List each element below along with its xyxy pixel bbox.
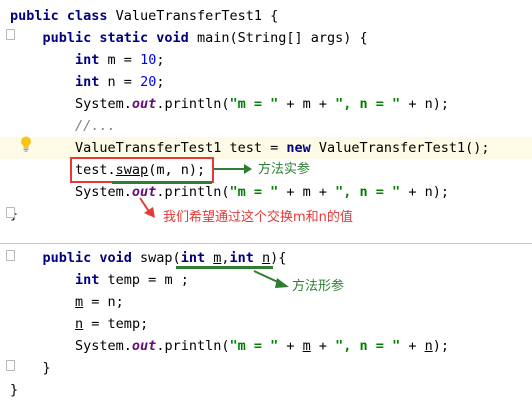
code-token: System. bbox=[10, 184, 132, 200]
code-token: out bbox=[131, 96, 157, 112]
code-token: System. bbox=[10, 96, 132, 112]
code-token: m = bbox=[107, 52, 141, 68]
fold-marker[interactable] bbox=[6, 29, 15, 40]
fold-marker[interactable] bbox=[6, 207, 15, 218]
code-token: + bbox=[400, 338, 425, 354]
formal-params-label: 方法形参 bbox=[292, 279, 345, 294]
code-token: main(String[] args) { bbox=[196, 30, 368, 46]
code-token: + n); bbox=[400, 184, 449, 200]
code-token: ValueTransferTest1 { bbox=[115, 8, 279, 24]
code-token: "m = " bbox=[229, 96, 279, 112]
code-token: 20 bbox=[140, 74, 157, 90]
code-line[interactable]: m = n; bbox=[0, 291, 532, 313]
code-token: out bbox=[131, 338, 157, 354]
code-token: = temp; bbox=[83, 316, 149, 332]
code-token: + m + bbox=[278, 96, 336, 112]
code-line[interactable]: } bbox=[0, 357, 532, 379]
code-token: } bbox=[10, 382, 19, 398]
fold-marker[interactable] bbox=[6, 360, 15, 371]
actual-params-arrow bbox=[214, 164, 252, 174]
code-token: ", n = " bbox=[335, 96, 401, 112]
code-token: ){ bbox=[270, 250, 287, 266]
code-line[interactable]: public class ValueTransferTest1 { bbox=[0, 5, 532, 27]
code-token: swap( bbox=[140, 250, 181, 266]
code-token: ValueTransferTest1(); bbox=[318, 140, 490, 156]
code-token: int bbox=[10, 272, 108, 288]
code-line[interactable]: ValueTransferTest1 test = new ValueTrans… bbox=[0, 137, 532, 159]
actual-params-underline bbox=[112, 181, 212, 184]
code-token: n = bbox=[107, 74, 141, 90]
code-token: public static void bbox=[10, 30, 197, 46]
code-token: public void bbox=[10, 250, 141, 266]
code-token: n bbox=[262, 250, 271, 266]
code-line[interactable]: n = temp; bbox=[0, 313, 532, 335]
code-token: + bbox=[310, 338, 336, 354]
code-token: //... bbox=[10, 118, 116, 134]
code-line[interactable]: int n = 20; bbox=[0, 71, 532, 93]
code-token: m bbox=[75, 294, 84, 310]
code-line[interactable]: System.out.println("m = " + m + ", n = "… bbox=[0, 181, 532, 203]
code-token: ; bbox=[156, 52, 165, 68]
code-token: "m = " bbox=[229, 338, 279, 354]
code-token: .println( bbox=[156, 184, 230, 200]
code-token: int bbox=[180, 250, 214, 266]
code-token: int bbox=[229, 250, 262, 266]
code-token: "m = " bbox=[229, 184, 279, 200]
code-token: new bbox=[286, 140, 319, 156]
code-token: + m + bbox=[278, 184, 336, 200]
code-token: int bbox=[10, 52, 108, 68]
code-line[interactable]: //... bbox=[0, 115, 532, 137]
code-token: ValueTransferTest1 test = bbox=[10, 140, 287, 156]
code-token: temp = m ; bbox=[107, 272, 189, 288]
goal-arrow bbox=[139, 197, 155, 218]
code-token: + bbox=[278, 338, 303, 354]
code-token: + n); bbox=[400, 96, 449, 112]
code-line[interactable]: } bbox=[0, 379, 532, 401]
code-token: n bbox=[75, 316, 84, 332]
code-token: public class bbox=[10, 8, 116, 24]
code-token: ", n = " bbox=[335, 338, 401, 354]
code-token: .println( bbox=[156, 338, 230, 354]
formal-params-arrow bbox=[253, 270, 289, 288]
fold-marker[interactable] bbox=[6, 250, 15, 261]
code-token: m bbox=[302, 338, 311, 354]
swap-call-highlight-box bbox=[70, 157, 214, 183]
code-token: n bbox=[424, 338, 433, 354]
code-token: = n; bbox=[83, 294, 124, 310]
code-line[interactable]: System.out.println("m = " + m + ", n = "… bbox=[0, 93, 532, 115]
code-token: ", n = " bbox=[335, 184, 401, 200]
code-token: ; bbox=[156, 74, 165, 90]
code-token: 10 bbox=[140, 52, 157, 68]
actual-params-label: 方法实参 bbox=[258, 162, 311, 177]
code-line[interactable]: System.out.println("m = " + m + ", n = "… bbox=[0, 335, 532, 357]
method-separator bbox=[0, 243, 532, 244]
lightbulb-icon[interactable] bbox=[20, 136, 32, 152]
code-token: } bbox=[10, 360, 51, 376]
code-line[interactable]: int m = 10; bbox=[0, 49, 532, 71]
goal-label: 我们希望通过这个交换m和n的值 bbox=[163, 210, 353, 225]
code-token: int bbox=[10, 74, 108, 90]
code-token: System. bbox=[10, 338, 132, 354]
code-token: ); bbox=[432, 338, 449, 354]
code-line[interactable]: public static void main(String[] args) { bbox=[0, 27, 532, 49]
code-token: .println( bbox=[156, 96, 230, 112]
